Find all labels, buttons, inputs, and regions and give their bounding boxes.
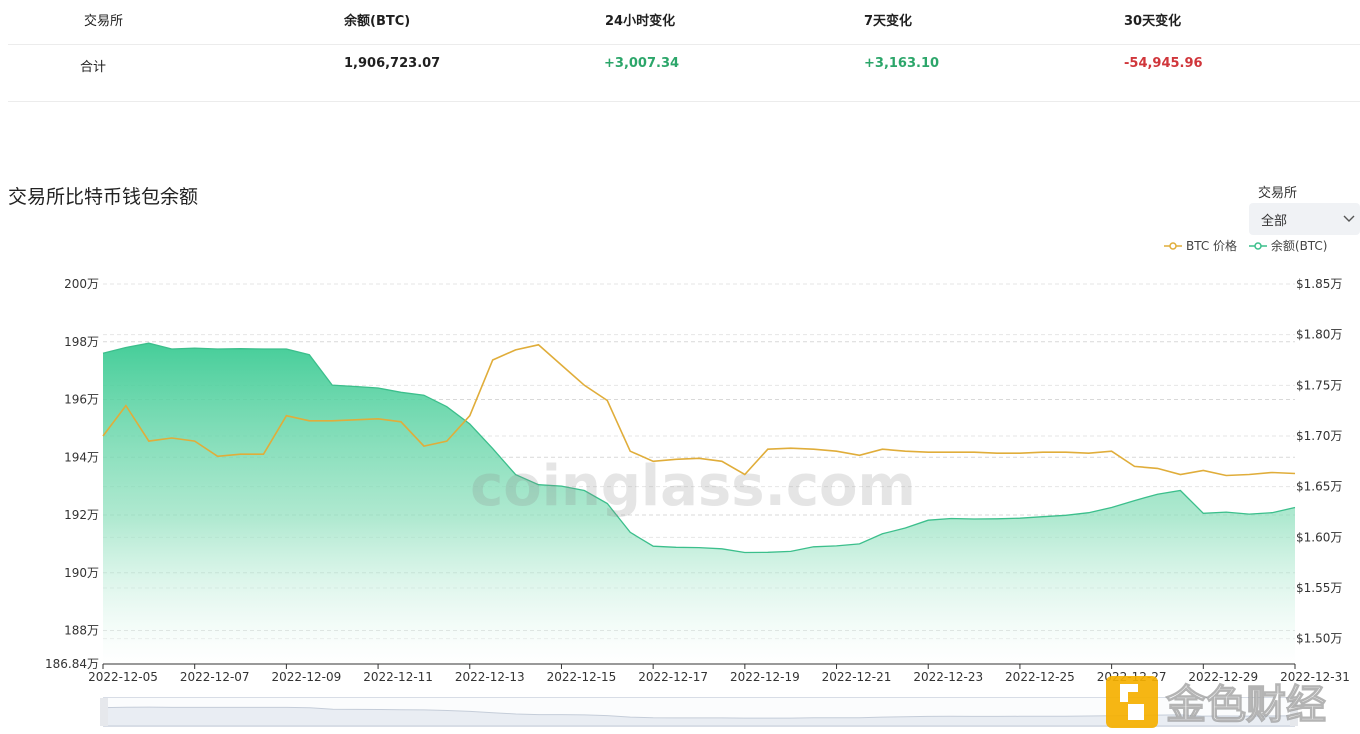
x-tick-label: 2022-12-21 xyxy=(822,670,892,684)
watermark: coinglass.com xyxy=(470,454,916,519)
x-tick-label: 2022-12-17 xyxy=(638,670,708,684)
x-tick-label: 2022-12-23 xyxy=(913,670,983,684)
x-tick-label: 2022-12-07 xyxy=(180,670,250,684)
y-right-tick-label: $1.85万 xyxy=(1296,277,1342,291)
y-left-tick-label: 186.84万 xyxy=(45,657,99,671)
y-left-tick-label: 198万 xyxy=(64,335,99,349)
range-slider-left-handle[interactable] xyxy=(100,698,108,726)
x-tick-label: 2022-12-09 xyxy=(272,670,342,684)
exchange-balance-chart[interactable]: coinglass.com 186.84万 188万 190万 192万 194万 196… xyxy=(0,0,1360,734)
y-left-tick-label: 188万 xyxy=(64,624,99,638)
watermark-text: coinglass.com xyxy=(470,454,916,519)
jinse-logo: 金色财经 xyxy=(1106,676,1327,729)
jinse-logo-text: 金色财经 xyxy=(1165,682,1326,728)
y-left-tick-label: 200万 xyxy=(64,277,99,291)
x-tick-label: 2022-12-05 xyxy=(88,670,158,684)
x-tick-label: 2022-12-11 xyxy=(363,670,433,684)
jinse-logo-mark xyxy=(1106,676,1158,728)
y-right-tick-label: $1.70万 xyxy=(1296,429,1342,443)
y-right-tick-label: $1.50万 xyxy=(1296,632,1342,646)
y-left-tick-label: 192万 xyxy=(64,508,99,522)
x-tick-label: 2022-12-25 xyxy=(1005,670,1075,684)
y-left-tick-label: 196万 xyxy=(64,393,99,407)
y-right-tick-label: $1.75万 xyxy=(1296,378,1342,392)
y-right-tick-label: $1.65万 xyxy=(1296,480,1342,494)
x-tick-label: 2022-12-15 xyxy=(547,670,617,684)
x-tick-label: 2022-12-13 xyxy=(455,670,525,684)
y-left-tick-label: 194万 xyxy=(64,450,99,464)
x-tick-label: 2022-12-19 xyxy=(730,670,800,684)
y-right-tick-label: $1.60万 xyxy=(1296,530,1342,544)
y-right-tick-label: $1.80万 xyxy=(1296,328,1342,342)
y-right-tick-label: $1.55万 xyxy=(1296,581,1342,595)
y-left-tick-label: 190万 xyxy=(64,566,99,580)
